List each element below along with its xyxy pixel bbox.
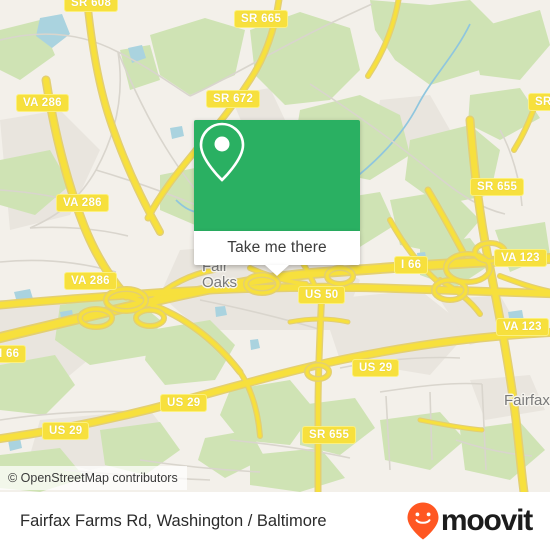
road-shield: US 29 (160, 394, 208, 412)
road-shield: SR 655 (470, 178, 525, 196)
take-me-there-label: Take me there (227, 239, 327, 256)
take-me-there-button[interactable]: Take me there (194, 231, 360, 276)
place-label: Fairfax (504, 392, 550, 409)
callout-pointer (265, 265, 289, 276)
road-shield: US 50 (298, 286, 346, 304)
map-screenshot: SR 608 SR 665 VA 286 SR 672 SR 6 VA 286 SR 655… (0, 0, 550, 550)
road-shield: SR 672 (206, 90, 261, 108)
road-shield: US 29 (352, 359, 400, 377)
road-shield: SR 655 (302, 426, 357, 444)
road-shield: VA 123 (496, 318, 549, 336)
road-shield: I 66 (394, 256, 429, 274)
road-shield: VA 286 (56, 194, 109, 212)
road-shield: SR 665 (234, 10, 289, 28)
road-shield: US 29 (42, 422, 90, 440)
callout-image-panel (194, 120, 360, 231)
road-shield: VA 123 (494, 249, 547, 267)
map-pin-icon (199, 122, 245, 182)
road-shield: VA 286 (16, 94, 69, 112)
moovit-pin-icon (407, 502, 439, 540)
location-callout[interactable]: Take me there (194, 120, 360, 276)
road-shield: VA 286 (64, 272, 117, 290)
map-canvas[interactable]: SR 608 SR 665 VA 286 SR 672 SR 6 VA 286 SR 655… (0, 0, 550, 492)
moovit-wordmark: moovit (440, 504, 533, 537)
location-title: Fairfax Farms Rd, Washington / Baltimore (20, 512, 327, 530)
osm-attribution[interactable]: © OpenStreetMap contributors (0, 466, 187, 490)
road-shield: I 66 (0, 345, 27, 363)
road-shield: SR 608 (64, 0, 119, 12)
footer-bar: Fairfax Farms Rd, Washington / Baltimore… (0, 492, 550, 550)
road-shield: SR 6 (528, 93, 550, 111)
moovit-logo[interactable]: moovit (405, 501, 533, 541)
